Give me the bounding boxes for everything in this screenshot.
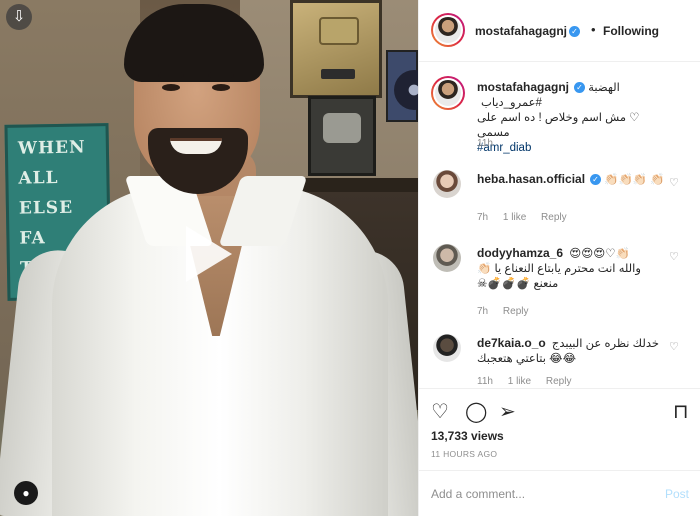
comment-body: خدلك نظره عن البيبدج bbox=[551, 338, 660, 350]
comment-meta: 11h 1 like Reply bbox=[477, 376, 583, 387]
post-header: mostafahagagnj ✓ • Following bbox=[419, 0, 700, 62]
comment-meta: 7h 1 like Reply bbox=[477, 212, 579, 223]
post-comment-button[interactable]: Post bbox=[665, 487, 689, 501]
avatar-frame bbox=[433, 78, 463, 108]
comment-text: de7kaia.o_o خدلك نظره عن البيبدج 😂😂 بتاع… bbox=[477, 336, 683, 367]
caption-time[interactable]: 11h bbox=[477, 138, 493, 149]
comment-username[interactable]: de7kaia.o_o bbox=[477, 336, 546, 350]
avatar-frame bbox=[433, 15, 463, 45]
comment-body-line-2: والله انت محترم يابتاع النعناع يا 👏🏻 bbox=[477, 263, 641, 275]
user-tag-icon[interactable]: ● bbox=[14, 481, 38, 505]
comment-likes[interactable]: 1 like bbox=[508, 376, 531, 387]
author-username[interactable]: mostafahagagnj bbox=[475, 24, 567, 38]
verified-icon: ✓ bbox=[574, 82, 586, 94]
verified-icon: ✓ bbox=[569, 26, 581, 38]
verified-icon: ✓ bbox=[590, 174, 602, 186]
comment-avatar[interactable] bbox=[433, 170, 461, 198]
views-count[interactable]: 13,733 views bbox=[431, 429, 504, 443]
avatar-image bbox=[435, 17, 461, 43]
comment-time[interactable]: 7h bbox=[477, 306, 488, 317]
comment-text: dodyyhamza_6 😍😍😍♡👏🏻 والله انت محترم يابت… bbox=[477, 246, 683, 292]
comment-username[interactable]: heba.hasan.official bbox=[477, 172, 585, 186]
avatar-image bbox=[433, 170, 461, 198]
bookmark-icon[interactable]: ⊓ bbox=[673, 399, 689, 424]
like-comment-icon[interactable]: ♡ bbox=[669, 176, 679, 189]
eye-left bbox=[162, 84, 180, 91]
caption-meta: 11h bbox=[477, 138, 505, 149]
caption-text: mostafahagagnj ✓ الهضبة #عمرو_دياب ♡ مش ا… bbox=[477, 80, 683, 156]
comment-text: heba.hasan.official ✓ 👏🏻👏🏻👏🏻 👏🏻 bbox=[477, 172, 683, 188]
eyebrow-left bbox=[158, 72, 184, 78]
post-timestamp[interactable]: 11 HOURS AGO bbox=[431, 449, 497, 459]
caption-avatar[interactable] bbox=[431, 76, 465, 110]
person-smile bbox=[170, 138, 222, 154]
person-hair bbox=[124, 4, 264, 82]
reply-button[interactable]: Reply bbox=[546, 376, 572, 387]
share-icon[interactable]: ➢ bbox=[499, 399, 516, 424]
comment-avatar[interactable] bbox=[433, 334, 461, 362]
caption-username[interactable]: mostafahagagnj bbox=[477, 80, 569, 94]
comments-list[interactable]: mostafahagagnj ✓ الهضبة #عمرو_دياب ♡ مش ا… bbox=[419, 62, 700, 388]
like-icon[interactable]: ♡ bbox=[431, 399, 449, 424]
like-comment-icon[interactable]: ♡ bbox=[669, 340, 679, 353]
comment-avatar[interactable] bbox=[433, 244, 461, 272]
download-icon[interactable]: ⇩ bbox=[6, 4, 32, 30]
caption-line-2: ♡ مش اسم وخلاص ! ده اسم على مسمى bbox=[477, 112, 640, 139]
header-separator: • bbox=[591, 22, 596, 37]
comment-time[interactable]: 11h bbox=[477, 376, 493, 387]
like-comment-icon[interactable]: ♡ bbox=[669, 250, 679, 263]
comment-input[interactable] bbox=[431, 485, 651, 503]
comment-time[interactable]: 7h bbox=[477, 212, 488, 223]
author-avatar[interactable] bbox=[431, 13, 465, 47]
comment-meta: 7h Reply bbox=[477, 306, 540, 317]
avatar-image bbox=[433, 244, 461, 272]
eyebrow-right bbox=[208, 72, 234, 78]
post-video[interactable]: WHEN ALL ELSE FA T ⇩ ● bbox=[0, 0, 418, 516]
comment-body: 😍😍😍♡👏🏻 bbox=[569, 248, 630, 260]
comment-likes[interactable]: 1 like bbox=[503, 212, 526, 223]
comment-body: 👏🏻👏🏻👏🏻 👏🏻 bbox=[604, 174, 665, 186]
comment-icon[interactable]: ◯ bbox=[465, 399, 487, 424]
avatar-image bbox=[435, 80, 461, 106]
comment-body-line-2: 😂😂 بتاعتي هتعجبك bbox=[477, 353, 577, 365]
post-sidebar: mostafahagagnj ✓ • Following mostafahagag… bbox=[418, 0, 700, 516]
post-actions: ♡ ◯ ➢ ⊓ 13,733 views 11 HOURS AGO bbox=[419, 388, 700, 460]
following-button[interactable]: Following bbox=[603, 24, 659, 38]
play-icon[interactable] bbox=[186, 226, 232, 282]
eye-right bbox=[212, 84, 230, 91]
reply-button[interactable]: Reply bbox=[541, 212, 567, 223]
author-username-wrap: mostafahagagnj ✓ bbox=[475, 24, 581, 38]
avatar-image bbox=[433, 334, 461, 362]
comment-body-line-3: منعنع 💣💣💣☠ bbox=[477, 278, 559, 290]
reply-button[interactable]: Reply bbox=[503, 306, 529, 317]
comment-username[interactable]: dodyyhamza_6 bbox=[477, 246, 563, 260]
add-comment-bar: Post bbox=[419, 470, 700, 516]
